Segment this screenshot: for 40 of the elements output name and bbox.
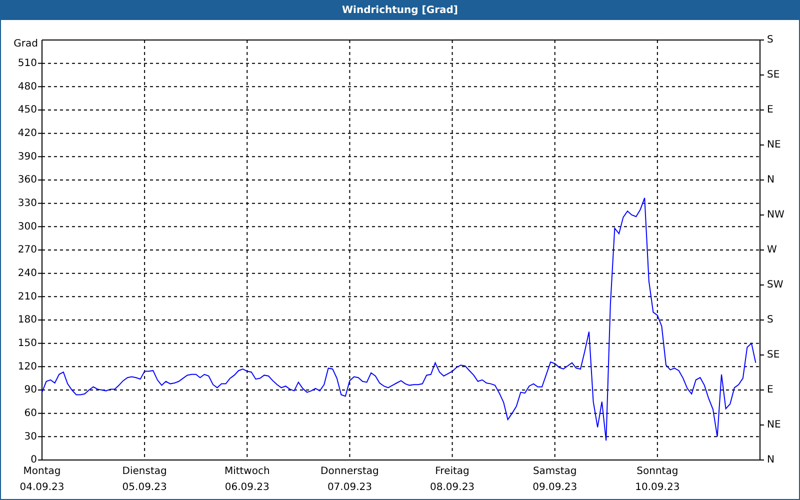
- direction-label: SW: [767, 280, 784, 291]
- x-tick-label: Mittwoch 06.09.23: [224, 466, 270, 493]
- y-tick-label: 510: [18, 58, 37, 70]
- direction-label: NE: [767, 140, 781, 151]
- y-tick-label: 480: [18, 81, 37, 92]
- direction-label: S: [767, 314, 774, 326]
- y-tick-label: 270: [18, 244, 37, 256]
- direction-label: NW: [767, 210, 784, 221]
- y-tick-label: 180: [18, 314, 37, 326]
- y-tick-label: 0: [30, 454, 37, 466]
- y-tick-label: 210: [18, 291, 37, 302]
- direction-label: N: [767, 174, 774, 186]
- direction-label: S: [767, 34, 774, 46]
- y-tick-label: 450: [18, 104, 37, 116]
- y-tick-label: 30: [24, 431, 37, 442]
- x-tick-label: Freitag 08.09.23: [430, 466, 475, 493]
- y-tick-label: 420: [18, 128, 37, 140]
- y-tick-label: 60: [24, 408, 37, 420]
- x-tick-label: Samstag 09.09.23: [532, 466, 578, 493]
- x-tick-label: Sonntag 10.09.23: [635, 466, 680, 493]
- direction-label: W: [767, 244, 777, 256]
- direction-label: E: [767, 384, 774, 396]
- y-tick-label: 90: [24, 384, 37, 396]
- y-tick-label: 330: [18, 198, 37, 210]
- direction-label: SE: [767, 70, 780, 81]
- y-tick-label: 120: [18, 361, 37, 372]
- x-tick-label: Donnerstag 07.09.23: [320, 466, 379, 493]
- y-tick-label: 360: [18, 174, 37, 186]
- direction-label: NE: [767, 420, 781, 431]
- y-tick-label: 150: [18, 338, 37, 350]
- y-tick-label: 390: [18, 151, 37, 162]
- direction-label: N: [767, 454, 774, 466]
- y-tick-label: 240: [18, 268, 37, 280]
- direction-label: E: [767, 104, 774, 116]
- x-tick-label: Dienstag 05.09.23: [122, 466, 167, 493]
- y-tick-label: 300: [18, 221, 37, 232]
- window-title: Windrichtung [Grad]: [342, 4, 458, 16]
- direction-label: SE: [767, 350, 780, 361]
- x-tick-label: Montag 04.09.23: [20, 466, 64, 493]
- axis-title: Grad: [14, 38, 38, 50]
